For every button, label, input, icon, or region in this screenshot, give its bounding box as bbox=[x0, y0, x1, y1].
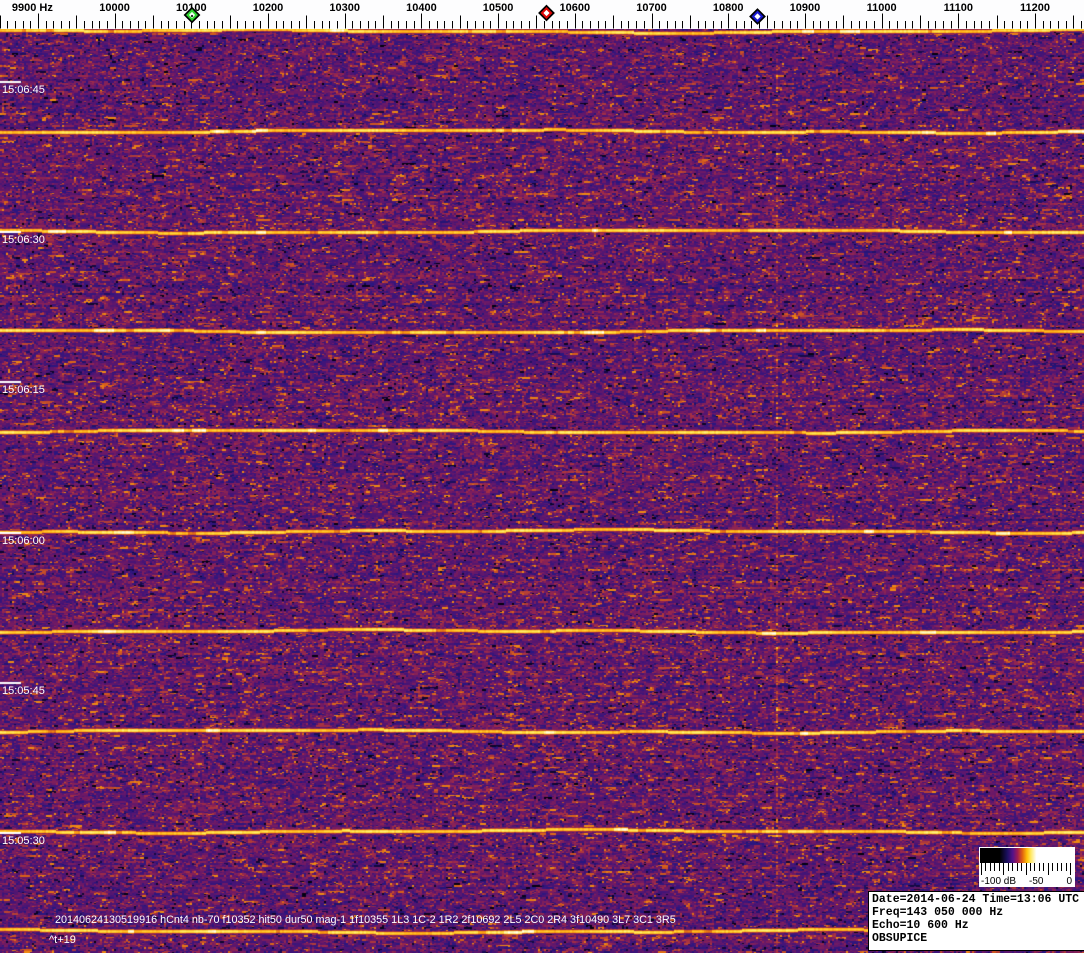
svg-text:10300: 10300 bbox=[329, 2, 360, 14]
svg-text:11200: 11200 bbox=[1020, 2, 1050, 14]
svg-text:10500: 10500 bbox=[483, 2, 514, 14]
svg-text:11100: 11100 bbox=[944, 2, 973, 14]
svg-text:10400: 10400 bbox=[406, 2, 437, 14]
svg-text:11000: 11000 bbox=[867, 2, 897, 14]
svg-text:10600: 10600 bbox=[560, 2, 591, 14]
svg-text:10900: 10900 bbox=[790, 2, 821, 14]
svg-text:10200: 10200 bbox=[253, 2, 284, 14]
svg-text:10800: 10800 bbox=[713, 2, 744, 14]
svg-text:10000: 10000 bbox=[99, 2, 130, 14]
svg-text:10700: 10700 bbox=[636, 2, 667, 14]
svg-text:9900 Hz: 9900 Hz bbox=[12, 2, 53, 14]
